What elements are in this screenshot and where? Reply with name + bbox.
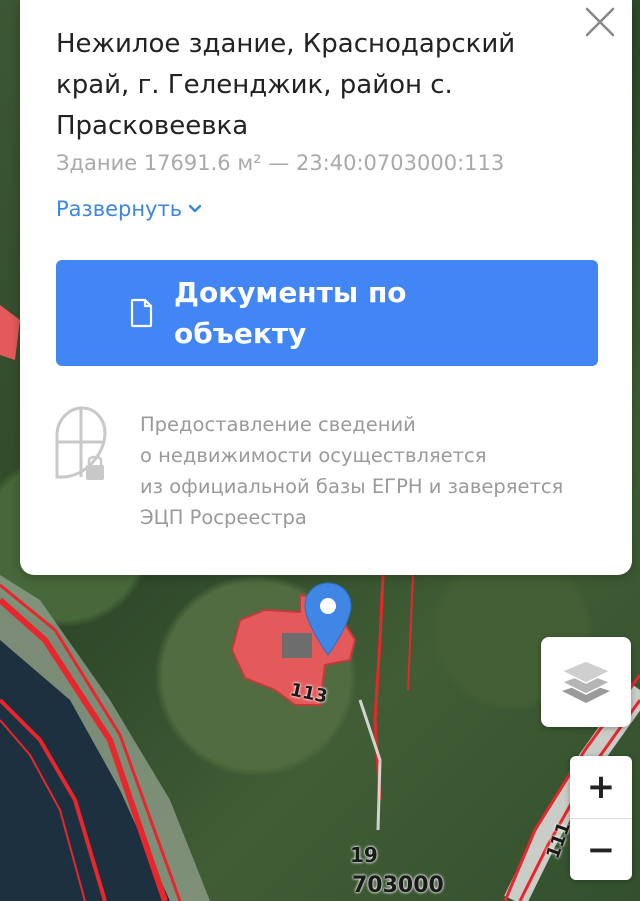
object-subtitle: Здание 17691.6 м² — 23:40:0703000:113: [56, 151, 505, 175]
expand-label: Развернуть: [56, 197, 183, 221]
notice-line: о недвижимости осуществляется: [140, 444, 487, 467]
layers-icon: [560, 660, 612, 703]
block-label: 703000: [352, 873, 444, 898]
object-title: Нежилое здание, Краснодарский край, г. Г…: [56, 29, 516, 141]
notice-line: ЭЦП Росреестра: [140, 506, 307, 529]
notice-line: из официальной базы ЕГРН и заверяется: [140, 475, 564, 498]
close-icon: [585, 7, 615, 37]
zoom-controls: + −: [570, 756, 632, 880]
zoom-in-button[interactable]: +: [570, 756, 632, 818]
expand-link[interactable]: Развернуть: [56, 197, 202, 221]
close-button[interactable]: [582, 4, 618, 40]
document-icon: [130, 298, 153, 328]
egrn-secure-icon: [54, 405, 114, 489]
layers-button[interactable]: [541, 637, 631, 727]
boundary-line: [407, 574, 414, 691]
parcel-fragment: [0, 305, 20, 360]
object-info-card: Нежилое здание, Краснодарский край, г. Г…: [20, 0, 632, 575]
documents-button-label: Документы по объекту: [174, 276, 407, 350]
documents-button[interactable]: Документы по объекту: [56, 260, 598, 366]
location-pin-icon[interactable]: [303, 581, 353, 661]
parcel-label-19: 19: [350, 843, 378, 867]
egrn-notice: Предоставление сведений о недвижимости о…: [140, 409, 610, 533]
notice-line: Предоставление сведений: [140, 413, 416, 436]
zoom-out-button[interactable]: −: [570, 819, 632, 880]
chevron-down-icon: [188, 204, 202, 213]
